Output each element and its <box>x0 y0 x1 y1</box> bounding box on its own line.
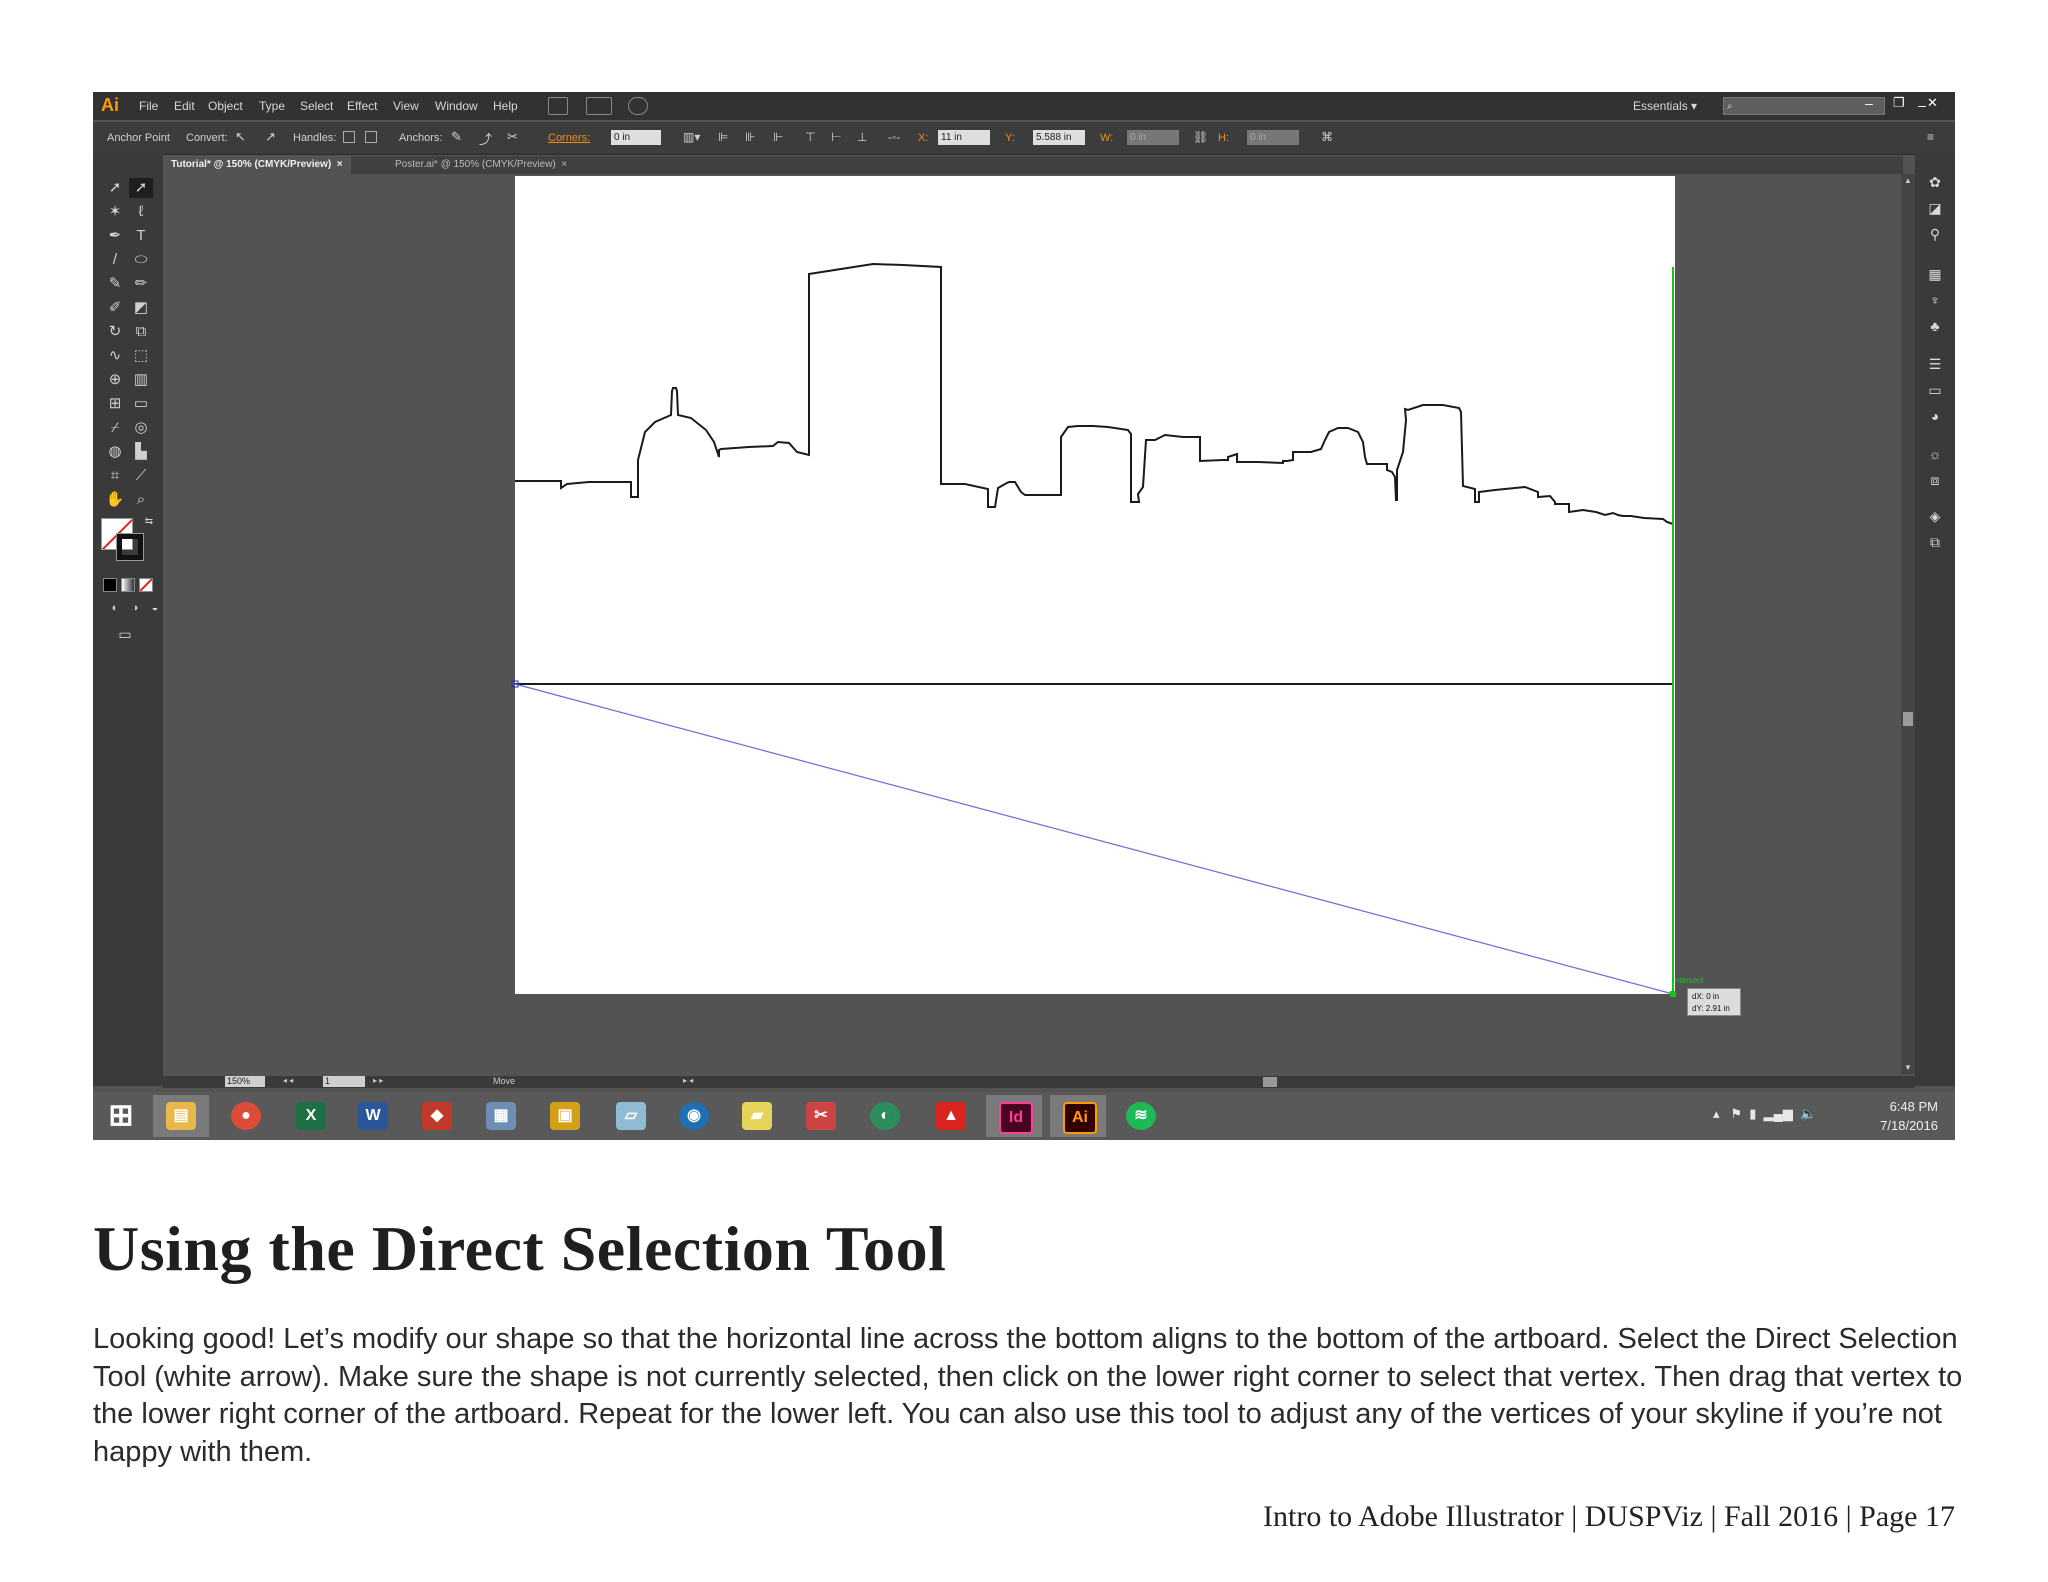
transparency-icon[interactable]: ◕ <box>1925 406 1945 426</box>
scroll-thumb[interactable] <box>1903 712 1913 726</box>
sticky-notes-icon: ▰ <box>742 1102 772 1130</box>
artboard-number-field[interactable]: 1 <box>323 1076 365 1087</box>
battery-icon[interactable]: ▮ <box>1749 1106 1756 1121</box>
package-app-icon: ▣ <box>550 1102 580 1130</box>
taskbar-button[interactable]: ⊞ <box>93 1095 149 1137</box>
taskbar-button[interactable]: ▲ <box>923 1095 979 1137</box>
appearance-icon[interactable]: ☼ <box>1925 444 1945 464</box>
taskbar-button[interactable]: ◉ <box>666 1095 722 1137</box>
skyline-path <box>515 262 1674 528</box>
chrome-icon: ● <box>231 1102 261 1130</box>
volume-icon[interactable]: 🔈 <box>1800 1106 1816 1121</box>
artboards-icon[interactable]: ⧈ <box>1925 470 1945 490</box>
taskbar-button[interactable]: ≋ <box>1113 1095 1169 1137</box>
body-paragraph: Looking good! Let’s modify our shape so … <box>93 1323 1963 1468</box>
word-icon: W <box>358 1102 388 1130</box>
status-menu-icon[interactable]: ▸ ◂ <box>683 1076 693 1085</box>
taskbar-button[interactable]: ▣ <box>537 1095 593 1137</box>
illustrator-icon: Ai <box>1063 1102 1097 1134</box>
snipping-tool-icon: ✂ <box>806 1102 836 1130</box>
layers-icon[interactable]: ◈ <box>1925 506 1945 526</box>
file-explorer-icon: ▤ <box>166 1102 196 1130</box>
dy-readout: dY: 2.91 in <box>1692 1004 1730 1013</box>
indesign-icon: Id <box>999 1102 1033 1134</box>
illustrator-screenshot: Ai File Edit Object Type Select Effect V… <box>93 92 1955 1140</box>
taskbar-button[interactable]: ◆ <box>409 1095 465 1137</box>
vertical-scrollbar[interactable]: ▲ ▼ <box>1901 174 1915 1074</box>
taskbar-button[interactable]: ▱ <box>603 1095 659 1137</box>
taskbar-button[interactable]: Ai <box>1050 1095 1106 1137</box>
measure-tooltip: dX: 0 in dY: 2.91 in <box>1687 988 1741 1016</box>
horizontal-scroll-thumb[interactable] <box>1263 1077 1277 1087</box>
page-footer: Intro to Adobe Illustrator | DUSPViz | F… <box>1263 1500 1955 1533</box>
clock-time: 6:48 PM <box>1889 1099 1938 1114</box>
network-icon[interactable]: ▂▄▆ <box>1764 1106 1793 1121</box>
zoom-select[interactable]: 150% <box>225 1076 265 1087</box>
cube-app-icon: ◆ <box>422 1102 452 1130</box>
taskbar-button[interactable]: ▤ <box>153 1095 209 1137</box>
notes-app-icon: ▱ <box>616 1102 646 1130</box>
scroll-down-icon[interactable]: ▼ <box>1904 1063 1912 1072</box>
taskbar-button[interactable]: ▦ <box>473 1095 529 1137</box>
taskbar-clock[interactable]: 6:48 PM 7/18/2016 <box>1868 1097 1938 1135</box>
graphic-styles-icon[interactable]: ♣ <box>1925 316 1945 336</box>
selected-anchor <box>1670 991 1676 997</box>
taskbar-button[interactable]: ✂ <box>793 1095 849 1137</box>
taskbar-button[interactable]: ◐ <box>857 1095 913 1137</box>
taskbar-button[interactable]: X <box>283 1095 339 1137</box>
tray-expand-icon[interactable]: ▴ <box>1713 1106 1720 1121</box>
action-center-icon[interactable]: ⚑ <box>1730 1106 1742 1121</box>
panel-dock: ✿ ◪ ⚲ ▦ ♆ ♣ ☰ ▭ ◕ ☼ ⧈ ◈ ⧉ <box>1915 154 1955 1086</box>
taskbar-button[interactable]: ● <box>218 1095 274 1137</box>
color-panel-icon[interactable]: ◪ <box>1925 198 1945 218</box>
dx-readout: dX: 0 in <box>1692 992 1720 1001</box>
swatches-icon[interactable]: ⚲ <box>1925 224 1945 244</box>
symbols-icon[interactable]: ♆ <box>1925 290 1945 310</box>
drag-guide-line <box>514 683 1674 995</box>
current-tool-status: Move <box>493 1076 516 1086</box>
clock-date: 7/18/2016 <box>1880 1118 1938 1133</box>
color-guide-icon[interactable]: ✿ <box>1925 172 1945 192</box>
gradient-panel-icon[interactable]: ▭ <box>1925 380 1945 400</box>
calculator-icon: ▦ <box>486 1102 516 1130</box>
taskbar-button[interactable]: W <box>345 1095 401 1137</box>
stroke-panel-icon[interactable]: ☰ <box>1925 354 1945 374</box>
windows-start-icon: ⊞ <box>108 1099 134 1132</box>
windows-taskbar: ⊞ ▤ ● X W ◆ ▦ ▣ ▱ ◉ ▰ ✂ ◐ ▲ Id Ai ≋ ▴ ⚑ ▮ ▂▄▆ 🔈 6:48 PM … <box>93 1092 1955 1140</box>
spotify-icon: ≋ <box>1126 1102 1156 1130</box>
brushes-icon[interactable]: ▦ <box>1925 264 1945 284</box>
taskbar-button[interactable]: ▰ <box>729 1095 785 1137</box>
page-nav-next-icon[interactable]: ▸ ▸ <box>373 1076 383 1085</box>
system-tray: ▴ ⚑ ▮ ▂▄▆ 🔈 <box>1713 1106 1816 1122</box>
status-bar: 150% ◂ ◂ 1 ▸ ▸ Move ▸ ◂ <box>163 1076 1915 1088</box>
network-app-icon: ◐ <box>870 1102 900 1130</box>
taskbar-button[interactable]: Id <box>986 1095 1042 1137</box>
page-nav-icon[interactable]: ◂ ◂ <box>283 1076 293 1085</box>
pathfinder-icon[interactable]: ⧉ <box>1925 532 1945 552</box>
excel-icon: X <box>296 1102 326 1130</box>
acrobat-icon: ▲ <box>936 1102 966 1130</box>
scroll-up-icon[interactable]: ▲ <box>1904 176 1912 185</box>
snap-hint: intersect <box>1673 976 1704 985</box>
page-title: Using the Direct Selection Tool <box>93 1213 947 1284</box>
search-app-icon: ◉ <box>679 1102 709 1130</box>
